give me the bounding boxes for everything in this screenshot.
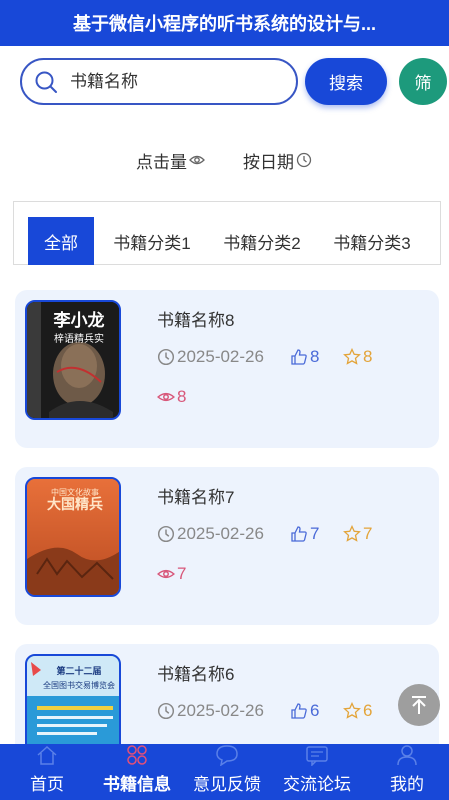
chat-bubble-icon (216, 745, 238, 766)
thumbs-up-icon (291, 526, 307, 542)
book-title: 书籍名称6 (157, 665, 235, 684)
app-title-bar: 基于微信小程序的听书系统的设计与... (0, 0, 449, 46)
book-cover-image: 大国精兵 中国文化故事 (27, 479, 119, 595)
book-views-count: 7 (177, 564, 187, 583)
search-icon (35, 71, 57, 93)
nav-home-label: 首页 (30, 775, 64, 794)
book-title: 书籍名称8 (157, 311, 235, 330)
book-favorites[interactable]: 8 (343, 345, 372, 369)
nav-books[interactable]: 书籍信息 (92, 744, 182, 800)
book-favorites[interactable]: 6 (343, 699, 372, 723)
book-favorites[interactable]: 7 (343, 522, 372, 546)
book-likes-count: 6 (310, 701, 320, 720)
arrow-up-icon (412, 696, 426, 714)
cover-subtitle-text: 梓语精兵实 (54, 332, 104, 345)
book-date: 2025-02-26 (157, 522, 264, 546)
clock-icon (157, 348, 175, 366)
back-to-top-button[interactable] (398, 684, 440, 726)
home-icon (37, 745, 57, 765)
book-card[interactable]: 大国精兵 中国文化故事 书籍名称7 2025-02-26 7 7 7 (15, 467, 439, 625)
cover-title-text: 第二十二届 (56, 665, 101, 677)
category-tabs: 全部 书籍分类1 书籍分类2 书籍分类3 (13, 201, 441, 265)
nav-profile-label: 我的 (390, 775, 424, 794)
user-icon (397, 745, 417, 766)
book-favorites-count: 8 (363, 347, 373, 366)
cover-title-text: 大国精兵 (47, 496, 103, 513)
sort-clicks-label: 点击量 (136, 152, 187, 172)
book-views: 8 (157, 385, 186, 409)
tab-label: 全部 (44, 233, 78, 253)
search-box[interactable] (20, 58, 298, 105)
book-date-text: 2025-02-26 (177, 347, 264, 366)
book-date: 2025-02-26 (157, 345, 264, 369)
clock-icon (157, 525, 175, 543)
nav-profile[interactable]: 我的 (362, 744, 449, 800)
app-title: 基于微信小程序的听书系统的设计与... (72, 14, 376, 34)
sort-by-clicks[interactable]: 点击量 (136, 148, 205, 172)
book-cover[interactable]: 大国精兵 中国文化故事 (25, 477, 121, 597)
book-grid-icon (127, 745, 147, 765)
book-date: 2025-02-26 (157, 699, 264, 723)
book-cover[interactable]: 李小龙 梓语精兵实 (25, 300, 121, 420)
tab-category-3[interactable]: 书籍分类3 (332, 217, 412, 265)
tab-category-1[interactable]: 书籍分类1 (112, 217, 192, 265)
eye-icon (189, 155, 205, 165)
thumbs-up-icon (291, 703, 307, 719)
clock-icon (296, 152, 312, 168)
tab-category-2[interactable]: 书籍分类2 (222, 217, 302, 265)
cover-subtitle-text: 全国图书交易博览会 (43, 680, 115, 690)
cover-subtitle-text: 中国文化故事 (51, 487, 99, 497)
book-date-text: 2025-02-26 (177, 701, 264, 720)
eye-icon (157, 569, 175, 579)
nav-books-label: 书籍信息 (103, 775, 171, 794)
book-views-count: 8 (177, 387, 187, 406)
nav-home[interactable]: 首页 (2, 744, 92, 800)
book-likes-count: 7 (310, 524, 320, 543)
tab-label: 书籍分类3 (333, 233, 411, 253)
book-title: 书籍名称7 (157, 488, 235, 507)
filter-button[interactable]: 筛 (399, 58, 447, 105)
star-icon (343, 348, 361, 365)
tab-all[interactable]: 全部 (28, 217, 94, 265)
book-favorites-count: 6 (363, 701, 373, 720)
forum-icon (306, 746, 328, 766)
book-favorites-count: 7 (363, 524, 373, 543)
nav-feedback[interactable]: 意见反馈 (182, 744, 272, 800)
book-likes-count: 8 (310, 347, 320, 366)
nav-feedback-label: 意见反馈 (193, 775, 261, 794)
search-button-label: 搜索 (329, 74, 363, 93)
book-views: 7 (157, 562, 186, 586)
sort-by-date[interactable]: 按日期 (243, 148, 312, 172)
nav-forum-label: 交流论坛 (283, 775, 351, 794)
filter-button-label: 筛 (414, 74, 432, 93)
sort-date-label: 按日期 (243, 152, 294, 172)
book-likes[interactable]: 7 (290, 522, 319, 546)
book-likes[interactable]: 8 (290, 345, 319, 369)
search-input[interactable] (70, 71, 270, 92)
star-icon (343, 702, 361, 719)
clock-icon (157, 702, 175, 720)
book-card[interactable]: 李小龙 梓语精兵实 书籍名称8 2025-02-26 8 8 8 (15, 290, 439, 448)
bottom-navigation: 首页 书籍信息 意见反馈 交流论坛 我的 (0, 744, 449, 800)
nav-forum[interactable]: 交流论坛 (272, 744, 362, 800)
star-icon (343, 525, 361, 542)
tab-label: 书籍分类2 (223, 233, 301, 253)
cover-title-text: 李小龙 (54, 310, 105, 331)
thumbs-up-icon (291, 349, 307, 365)
book-likes[interactable]: 6 (290, 699, 319, 723)
sort-bar: 点击量 按日期 (0, 148, 449, 172)
book-date-text: 2025-02-26 (177, 524, 264, 543)
search-button[interactable]: 搜索 (305, 58, 387, 105)
eye-icon (157, 392, 175, 402)
tab-label: 书籍分类1 (113, 233, 191, 253)
book-cover-image: 李小龙 梓语精兵实 (27, 302, 119, 418)
app-page: 基于微信小程序的听书系统的设计与... 搜索 筛 点击量 按日期 全部 书籍分类… (0, 0, 449, 800)
